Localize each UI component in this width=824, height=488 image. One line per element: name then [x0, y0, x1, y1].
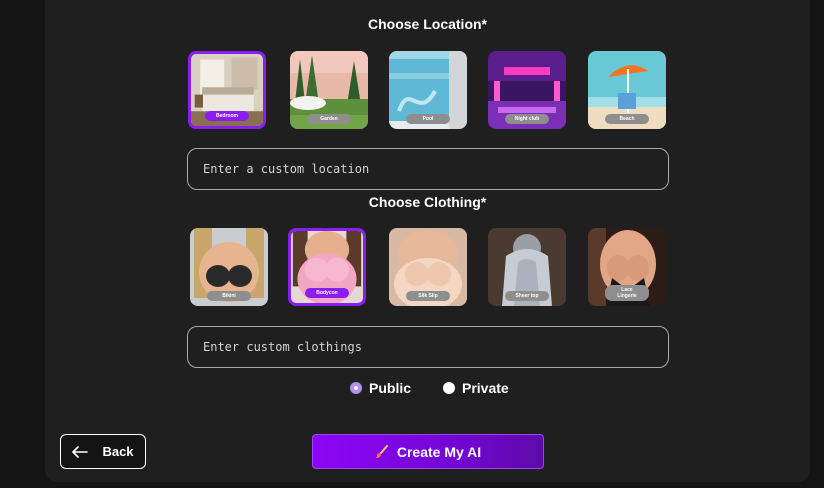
clothing-tile-sheer-top[interactable]: Sheer top — [488, 228, 566, 306]
clothing-section-title: Choose Clothing* — [368, 194, 487, 210]
clothing-tile-lace-lingerie[interactable]: Lace Lingerie — [588, 228, 666, 306]
tile-label: Sheer top — [505, 291, 549, 301]
visibility-options: Public Private — [0, 380, 824, 400]
location-tile-garden[interactable]: Garden — [290, 51, 368, 129]
clothing-tile-bikini[interactable]: Bikini — [190, 228, 268, 306]
create-my-ai-button[interactable]: Create My AI — [312, 434, 544, 469]
tile-label: Bikini — [207, 291, 251, 301]
clothing-tiles: Bikini Bodycon Silk Slip Sheer top Lace … — [0, 228, 824, 310]
back-button[interactable]: Back — [60, 434, 146, 469]
radio-checked-icon — [350, 382, 362, 394]
tile-label: Beach — [605, 114, 649, 124]
clothing-tile-silk-slip[interactable]: Silk Slip — [389, 228, 467, 306]
brush-icon — [375, 444, 388, 458]
location-tile-pool[interactable]: Pool — [389, 51, 467, 129]
radio-unchecked-icon — [443, 382, 455, 394]
location-section-title: Choose Location* — [367, 16, 487, 32]
tile-label: Bodycon — [305, 288, 349, 298]
tile-label: Bedroom — [205, 111, 249, 121]
arrow-left-icon — [72, 445, 89, 458]
location-tiles: Bedroom Garden Pool Night club Beach — [0, 51, 824, 133]
tile-label: Silk Slip — [406, 291, 450, 301]
custom-clothing-input[interactable] — [187, 326, 669, 368]
tile-label: Garden — [307, 114, 351, 124]
location-tile-night-club[interactable]: Night club — [488, 51, 566, 129]
tile-label: Pool — [406, 114, 450, 124]
create-button-label: Create My AI — [396, 443, 482, 460]
location-tile-beach[interactable]: Beach — [588, 51, 666, 129]
private-radio-label: Private — [462, 380, 509, 396]
public-radio-label: Public — [369, 380, 412, 396]
tile-label: Night club — [505, 114, 549, 124]
custom-location-input[interactable] — [187, 148, 669, 190]
tile-label: Lace Lingerie — [605, 285, 649, 301]
back-button-label: Back — [102, 444, 134, 459]
public-radio[interactable]: Public — [350, 380, 411, 396]
clothing-tile-bodycon[interactable]: Bodycon — [288, 228, 366, 306]
private-radio[interactable]: Private — [443, 380, 509, 396]
location-tile-bedroom[interactable]: Bedroom — [188, 51, 266, 129]
